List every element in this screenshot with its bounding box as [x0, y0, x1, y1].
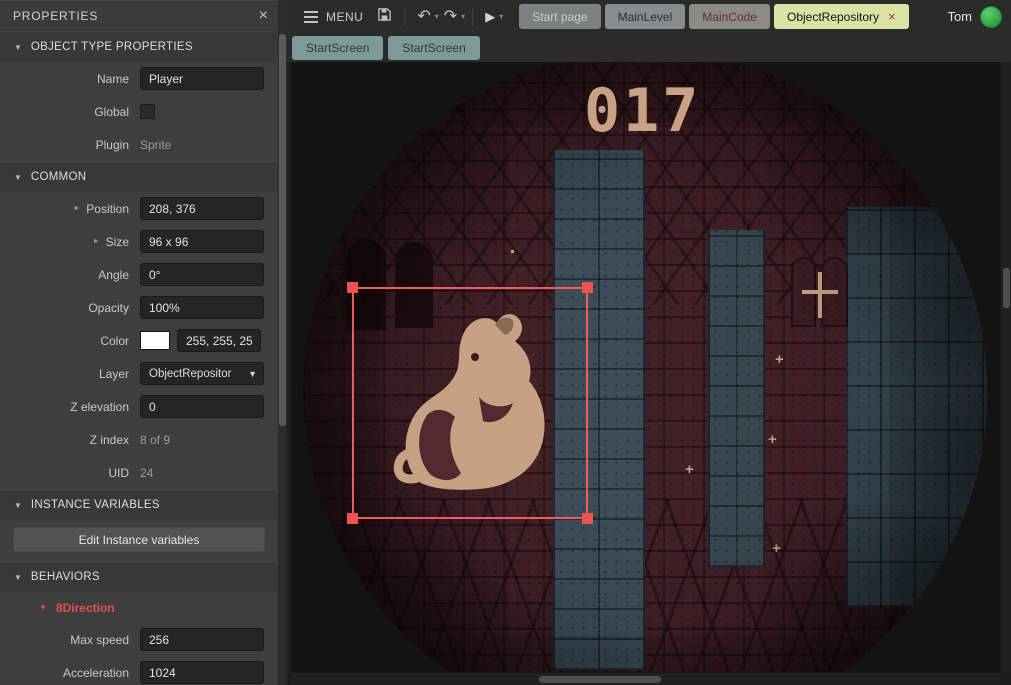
position-input[interactable]	[140, 197, 264, 220]
layer-dropdown[interactable]: ObjectRepositor	[140, 362, 264, 385]
properties-panel-header: PROPERTIES	[0, 1, 278, 31]
property-row-global: Global	[0, 95, 278, 128]
collapse-triangle-icon	[14, 43, 22, 52]
z-elevation-input[interactable]	[140, 395, 264, 418]
selection-handle-top-right[interactable]	[582, 282, 593, 293]
uid-value: 24	[140, 466, 153, 480]
horizontal-scrollbar-thumb[interactable]	[539, 676, 661, 683]
layout-canvas[interactable]: 017	[291, 62, 1000, 672]
vertical-scrollbar-thumb[interactable]	[1003, 268, 1010, 308]
user-avatar[interactable]	[980, 6, 1002, 28]
expand-arrow-icon[interactable]	[93, 238, 100, 245]
property-row-angle: Angle	[0, 258, 278, 291]
section-header-instance-variables[interactable]: INSTANCE VARIABLES	[0, 489, 278, 520]
property-row-uid: UID 24	[0, 456, 278, 489]
cross-sprite[interactable]	[775, 352, 784, 367]
section-header-object-type-properties[interactable]: OBJECT TYPE PROPERTIES	[0, 31, 278, 62]
property-row-name: Name	[0, 62, 278, 95]
toolbar-separator	[472, 8, 473, 26]
tab-maincode[interactable]: MainCode	[689, 4, 770, 29]
property-row-max-speed: Max speed	[0, 623, 278, 656]
tab-objectrepository[interactable]: ObjectRepository	[774, 4, 909, 29]
undo-icon[interactable]	[412, 9, 435, 25]
scene-pillar-right	[708, 230, 765, 567]
size-input[interactable]	[140, 230, 264, 253]
opacity-input[interactable]	[140, 296, 264, 319]
property-row-opacity: Opacity	[0, 291, 278, 324]
properties-panel: PROPERTIES OBJECT TYPE PROPERTIES Name G…	[0, 0, 278, 685]
hamburger-icon	[304, 11, 318, 23]
color-swatch[interactable]	[140, 331, 170, 350]
toolbar-row-main: MENU Start page MainLevel MainCode Objec…	[287, 0, 1011, 33]
cross-sprite[interactable]	[768, 432, 777, 447]
canvas-horizontal-scrollbar[interactable]	[291, 672, 1000, 685]
cross-sprite-large[interactable]	[802, 272, 838, 318]
redo-dropdown-icon[interactable]	[461, 12, 465, 21]
section-header-common[interactable]: COMMON	[0, 161, 278, 192]
scene-dot	[511, 250, 514, 253]
tab-start-page[interactable]: Start page	[519, 4, 600, 29]
properties-panel-title: PROPERTIES	[13, 9, 98, 23]
collapse-triangle-icon	[14, 573, 22, 582]
save-icon[interactable]	[372, 7, 397, 26]
redo-icon[interactable]	[439, 9, 462, 25]
preview-dropdown-icon[interactable]	[499, 12, 503, 21]
plugin-value: Sprite	[140, 138, 171, 152]
close-tab-icon[interactable]	[888, 10, 896, 23]
close-icon[interactable]	[259, 8, 268, 24]
frame-counter-text: 017	[584, 76, 701, 146]
angle-input[interactable]	[140, 263, 264, 286]
toolbar: MENU Start page MainLevel MainCode Objec…	[287, 0, 1011, 62]
property-row-z-index: Z index 8 of 9	[0, 423, 278, 456]
construct-editor-window: PROPERTIES OBJECT TYPE PROPERTIES Name G…	[0, 0, 1011, 685]
acceleration-input[interactable]	[140, 661, 264, 684]
editor-tabs: Start page MainLevel MainCode ObjectRepo…	[519, 4, 908, 29]
layout-tab-startscreen-1[interactable]: StartScreen	[292, 36, 383, 60]
property-row-position: Position	[0, 192, 278, 225]
edit-instance-variables-button[interactable]: Edit Instance variables	[13, 527, 265, 552]
cross-sprite[interactable]	[772, 541, 781, 556]
properties-scrollbar[interactable]	[278, 0, 287, 685]
chevron-down-icon	[248, 369, 257, 379]
menu-button[interactable]: MENU	[295, 4, 372, 30]
cross-sprite[interactable]	[685, 462, 694, 477]
expand-arrow-icon[interactable]	[73, 205, 80, 212]
canvas-vertical-scrollbar[interactable]	[1000, 62, 1011, 672]
selection-box[interactable]	[352, 287, 588, 519]
collapse-triangle-icon	[39, 603, 47, 612]
property-row-plugin: Plugin Sprite	[0, 128, 278, 161]
scene-wall-right	[846, 207, 987, 607]
selection-handle-top-left[interactable]	[347, 282, 358, 293]
max-speed-input[interactable]	[140, 628, 264, 651]
scene-room: 017	[303, 62, 987, 672]
preview-play-icon[interactable]	[480, 9, 500, 25]
property-row-layer: Layer ObjectRepositor	[0, 357, 278, 390]
color-input[interactable]	[177, 329, 261, 352]
behavior-8direction[interactable]: 8Direction	[0, 592, 278, 623]
z-index-value: 8 of 9	[140, 433, 170, 447]
name-input[interactable]	[140, 67, 264, 90]
property-row-size: Size	[0, 225, 278, 258]
selection-handle-bottom-right[interactable]	[582, 513, 593, 524]
global-checkbox[interactable]	[140, 104, 155, 119]
property-row-z-elevation: Z elevation	[0, 390, 278, 423]
user-name: Tom	[947, 9, 972, 24]
toolbar-separator	[404, 8, 405, 26]
collapse-triangle-icon	[14, 501, 22, 510]
selection-handle-bottom-left[interactable]	[347, 513, 358, 524]
property-row-acceleration: Acceleration	[0, 656, 278, 685]
properties-scrollbar-thumb[interactable]	[279, 34, 286, 426]
layout-tab-startscreen-2[interactable]: StartScreen	[388, 36, 479, 60]
user-area: Tom	[947, 6, 1011, 28]
toolbar-row-layouts: StartScreen StartScreen	[287, 33, 1011, 62]
tab-mainlevel[interactable]: MainLevel	[605, 4, 686, 29]
section-header-behaviors[interactable]: BEHAVIORS	[0, 561, 278, 592]
collapse-triangle-icon	[14, 173, 22, 182]
property-row-color: Color	[0, 324, 278, 357]
